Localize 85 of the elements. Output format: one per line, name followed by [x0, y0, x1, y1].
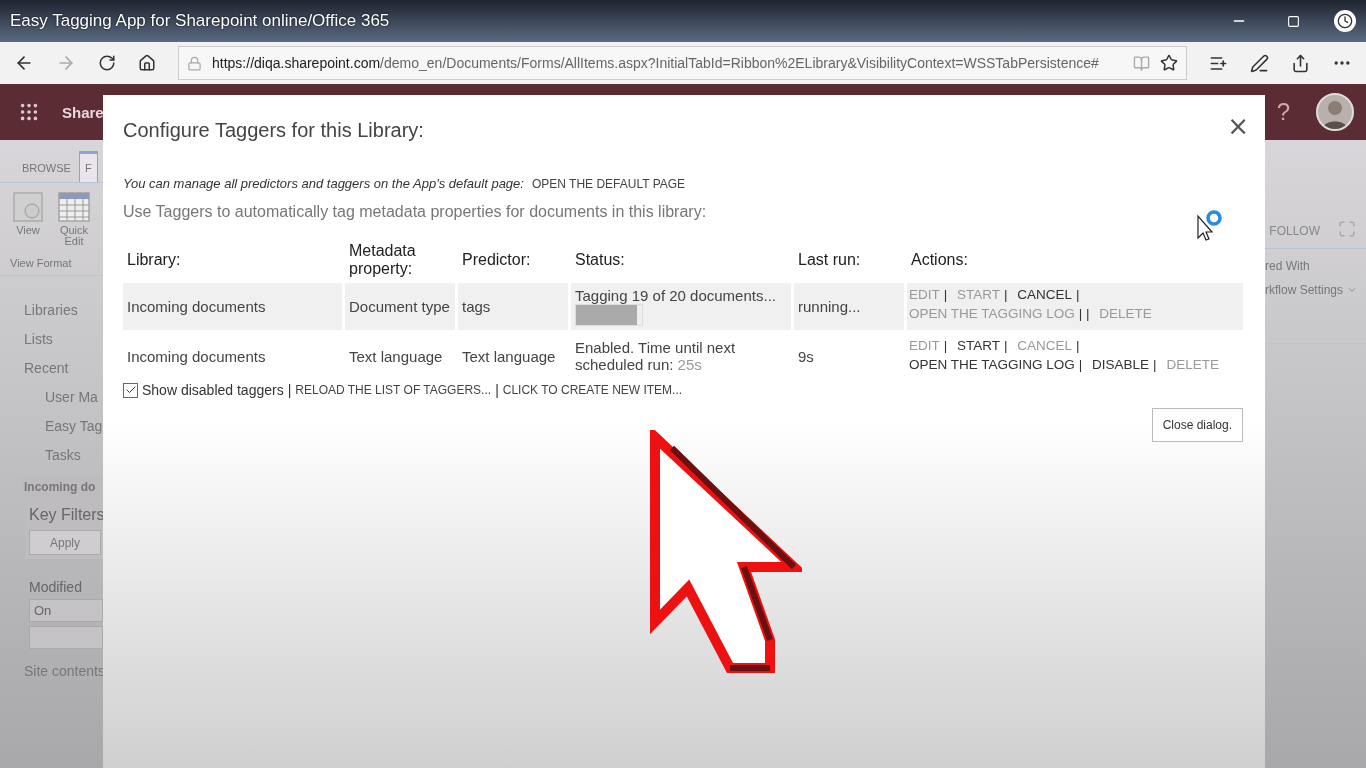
nav-link[interactable]: User Ma — [45, 389, 103, 405]
column-header: Library: — [126, 250, 182, 270]
table-cell-text: 9s — [797, 346, 815, 367]
ribbon-command[interactable]: rkflow Settings — [1265, 283, 1366, 297]
filter-field[interactable] — [29, 626, 103, 649]
status-text: Enabled. Time until next scheduled run: 25s — [575, 339, 737, 373]
action-link[interactable]: CANCEL — [1017, 287, 1073, 302]
field-label: Modified — [29, 579, 83, 595]
nav-link[interactable]: Lists — [24, 331, 103, 347]
busy-cursor-icon — [1195, 208, 1225, 242]
filter-field[interactable]: On — [29, 599, 103, 622]
action-link[interactable]: EDIT — [909, 338, 940, 353]
separator-text: | — [1153, 357, 1157, 372]
pen-icon[interactable] — [1250, 53, 1269, 73]
ribbon-button[interactable]: View — [10, 191, 46, 257]
footer-link[interactable]: CLICK TO CREATE NEW ITEM... — [502, 383, 683, 397]
table-cell: running... — [794, 283, 904, 330]
action-link[interactable]: OPEN THE TAGGING LOG — [909, 357, 1075, 372]
separator-text: | — [287, 382, 292, 398]
status-text: Tagging 19 of 20 documents... — [575, 287, 777, 304]
grid-icon — [58, 191, 90, 223]
ribbon-tab[interactable]: F — [78, 151, 98, 182]
nav-link[interactable]: Tasks — [45, 447, 103, 463]
nav-link[interactable]: Recent — [24, 360, 103, 376]
caret-icon — [1347, 285, 1358, 295]
column-header: Last run: — [797, 250, 862, 270]
maximize-icon[interactable] — [1287, 14, 1300, 28]
column-header: Metadata property: — [348, 241, 417, 279]
help-link[interactable]: ? — [1276, 98, 1290, 126]
star-icon[interactable] — [1160, 54, 1178, 72]
video-title: Easy Tagging App for Sharepoint online/Office 365 — [10, 11, 391, 31]
dialog-title: Configure Taggers for this Library: — [123, 119, 424, 142]
close-button[interactable]: × — [1227, 113, 1249, 139]
action-link[interactable]: CANCEL — [1017, 338, 1073, 353]
intro-text: Use Taggers to automatically tag metadata properties for documents in this library: — [123, 203, 708, 221]
table-cell-text: Text language — [348, 346, 444, 367]
separator-text: | — [1078, 357, 1083, 372]
separator-text: | — [1004, 338, 1008, 353]
ribbon-command[interactable]: red With — [1265, 259, 1366, 273]
share-icon[interactable] — [1291, 53, 1310, 73]
ribbon-tab[interactable]: BROWSE — [16, 153, 77, 182]
action-link[interactable]: START — [957, 287, 1001, 302]
action-link[interactable]: EDIT — [909, 287, 940, 302]
nav-link[interactable]: Libraries — [24, 302, 103, 318]
avatar[interactable] — [1316, 93, 1354, 131]
note-text: You can manage all predictors and taggers on the App's default page: — [123, 176, 524, 191]
default-page-link[interactable]: OPEN THE DEFAULT PAGE — [531, 177, 686, 191]
separator-text: | — [1076, 338, 1080, 353]
checkbox-label: Show disabled taggers — [142, 382, 284, 398]
column-header: Status: — [574, 250, 626, 270]
separator-text: | — [495, 382, 499, 398]
separator-text: | — [1004, 287, 1008, 302]
check-icon — [124, 384, 137, 396]
separator-text: | — [943, 338, 948, 353]
address-field[interactable]: https://diqa.sharepoint.com/demo_en/Documents/Forms/AllItems.aspx?InitialTabId=Ribbon%2ELibrary&VisibilityContext=WSSTabPersistence# — [178, 46, 1187, 80]
table-cell-text: Incoming documents — [126, 346, 267, 367]
apply-button[interactable]: Apply — [29, 530, 101, 555]
lock-icon — [187, 55, 202, 71]
app-launcher-icon[interactable] — [18, 101, 40, 123]
footer-link[interactable]: RELOAD THE LIST OF TAGGERS... — [295, 383, 492, 397]
home-icon[interactable] — [138, 54, 156, 72]
table-cell: Incoming documents — [123, 283, 342, 330]
ribbon-button[interactable]: Quick Edit — [56, 191, 92, 257]
clock-icon[interactable] — [1334, 10, 1356, 32]
separator-text: | — [943, 287, 948, 302]
action-link[interactable]: START — [957, 338, 1001, 353]
nav-link[interactable]: Easy Tag — [45, 418, 103, 434]
view-icon — [12, 191, 44, 223]
checkbox[interactable] — [123, 382, 138, 398]
table-cell: Document type — [345, 283, 455, 330]
url-text: https://diqa.sharepoint.com/demo_en/Documents/Forms/AllItems.aspx?InitialTabId=Ribbon%2ELibrary&VisibilityContext=WSSTabPersistence# — [212, 55, 1100, 71]
table-cell-text: Text language — [461, 346, 557, 367]
column-header: Actions: — [910, 250, 969, 270]
column-header: Predictor: — [461, 250, 532, 270]
action-link[interactable]: OPEN THE TAGGING LOG — [909, 306, 1075, 321]
table-cell: tags — [458, 283, 568, 330]
separator-text: | — [1076, 287, 1080, 302]
action-link[interactable]: DELETE — [1166, 357, 1219, 372]
separator-text: | | — [1078, 306, 1090, 321]
refresh-icon[interactable] — [98, 54, 116, 72]
action-link[interactable]: DISABLE — [1092, 357, 1150, 372]
group-label: View Format — [10, 257, 73, 271]
action-link[interactable]: DELETE — [1099, 306, 1152, 321]
close-dialog-button[interactable]: Close dialog. — [1151, 408, 1243, 442]
follow-tab[interactable]: FOLLOW — [1269, 224, 1320, 238]
